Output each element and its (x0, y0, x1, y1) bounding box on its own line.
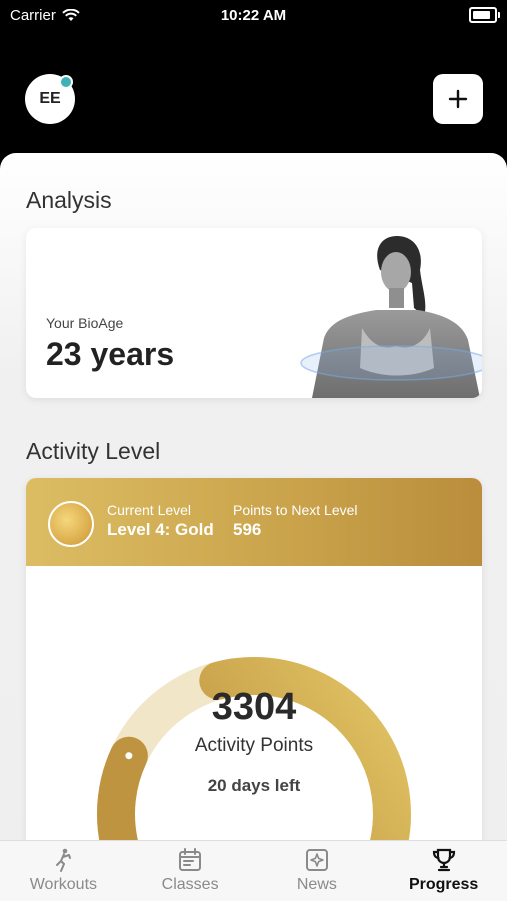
activity-points-value: 3304 (211, 686, 297, 728)
activity-title: Activity Level (26, 438, 161, 464)
bioage-label: Your BioAge (46, 315, 124, 331)
activity-card[interactable]: Current Level Level 4: Gold Points to Ne… (26, 478, 482, 900)
status-bar: Carrier 10:22 AM (0, 0, 507, 30)
tab-news-label: News (296, 876, 337, 893)
battery-icon (469, 7, 500, 23)
activity-points-label: Activity Points (194, 735, 314, 756)
avatar[interactable]: EE (25, 74, 75, 124)
tab-bar: Workouts Classes News Progress (0, 840, 507, 901)
bioage-value: 23 years (46, 336, 175, 372)
tab-news[interactable]: News (254, 841, 381, 901)
tab-classes[interactable]: Classes (127, 841, 254, 901)
days-left-label: 20 days left (207, 776, 301, 795)
news-icon (305, 849, 328, 871)
analysis-title: Analysis (26, 187, 112, 213)
level-banner: Current Level Level 4: Gold Points to Ne… (26, 478, 482, 566)
plus-icon (448, 89, 468, 109)
avatar-initials: EE (39, 90, 61, 107)
tab-workouts-label: Workouts (29, 876, 98, 893)
tab-progress-label: Progress (408, 876, 479, 893)
notification-dot (59, 75, 73, 89)
calendar-icon (179, 848, 202, 871)
add-button[interactable] (433, 74, 483, 124)
gold-badge-icon (48, 501, 94, 547)
main-content[interactable]: Analysis Your BioAge 23 years Activity L… (0, 153, 507, 900)
workout-person-icon (56, 848, 72, 872)
current-level-caption: Current Level (107, 502, 192, 518)
status-time: 10:22 AM (220, 7, 287, 24)
tab-workouts[interactable]: Workouts (0, 841, 127, 901)
bioage-card[interactable]: Your BioAge 23 years (26, 228, 482, 398)
points-next-value: 596 (233, 520, 262, 539)
tab-classes-label: Classes (161, 876, 219, 893)
current-level-value: Level 4: Gold (107, 520, 214, 539)
points-next-caption: Points to Next Level (233, 502, 358, 518)
points-next-block: Points to Next Level 596 (233, 502, 358, 540)
body-scan-image (300, 236, 482, 398)
current-level-block: Current Level Level 4: Gold (107, 502, 214, 540)
trophy-icon (432, 848, 455, 872)
tab-progress[interactable]: Progress (380, 841, 507, 901)
